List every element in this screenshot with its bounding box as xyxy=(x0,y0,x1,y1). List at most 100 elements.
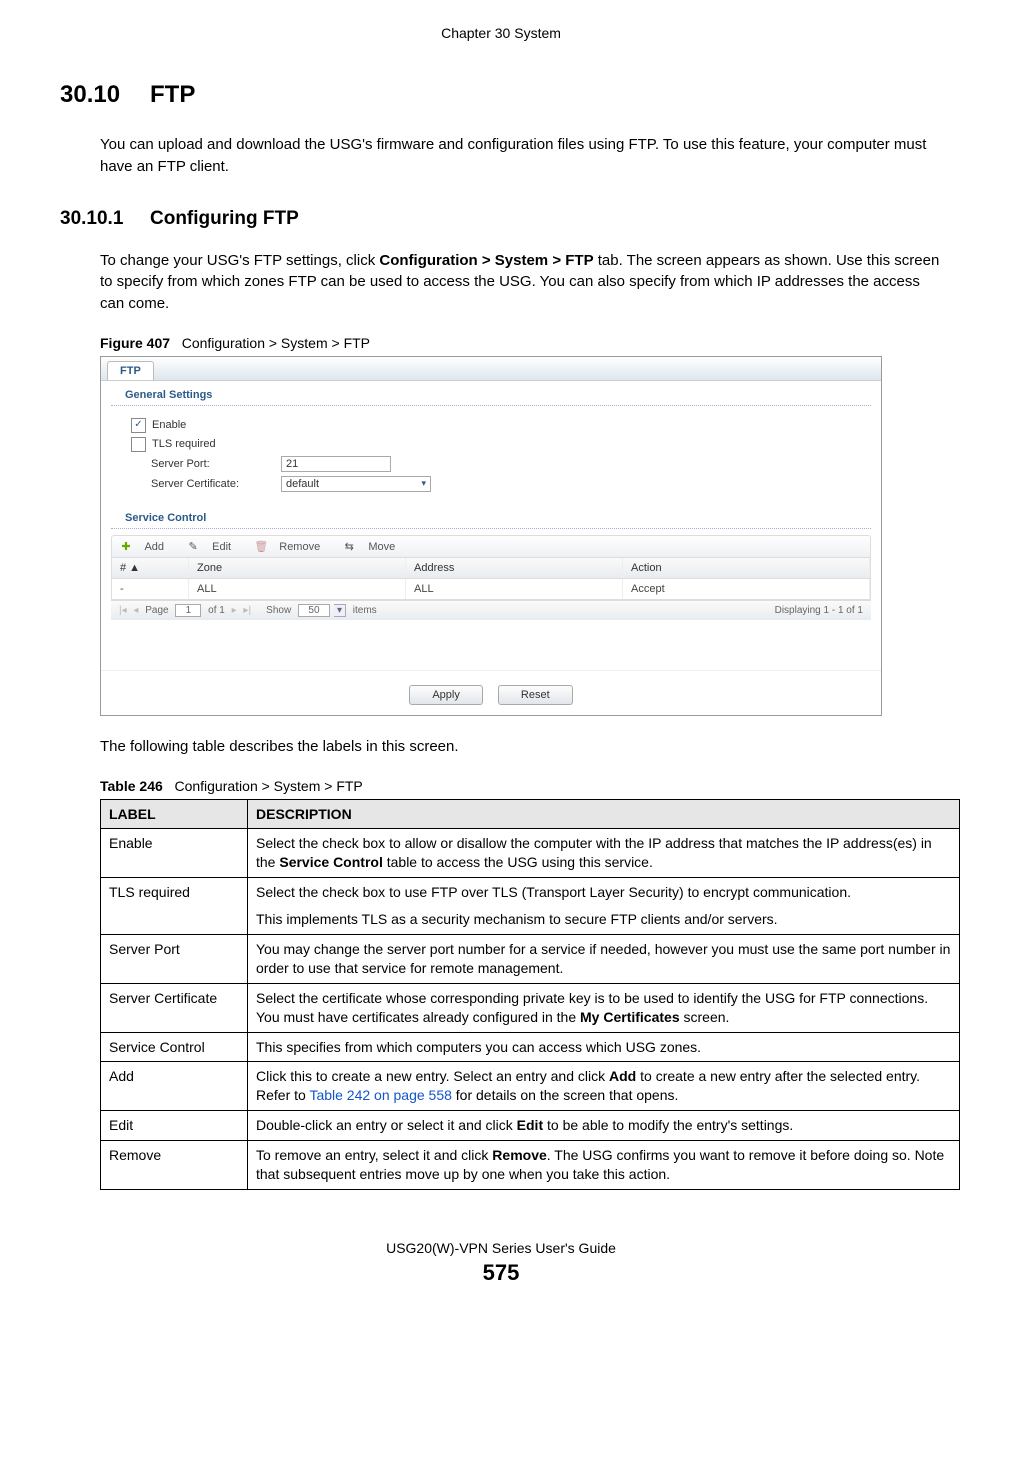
col-num[interactable]: # ▲ xyxy=(112,558,189,578)
chevron-down-icon: ▾ xyxy=(421,478,426,489)
edit-button[interactable]: ✎ Edit xyxy=(187,541,241,553)
move-icon: ⇆ xyxy=(343,540,355,553)
show-label: Show xyxy=(266,605,291,616)
display-info: Displaying 1 - 1 of 1 xyxy=(775,605,863,616)
cell-label: Service Control xyxy=(101,1032,248,1062)
table-row: Server Port You may change the server po… xyxy=(101,934,960,983)
cell-desc: To remove an entry, select it and click … xyxy=(248,1141,960,1190)
cell-label: Enable xyxy=(101,829,248,878)
apply-button[interactable]: Apply xyxy=(409,685,483,705)
breadcrumb-path: Configuration > System > FTP xyxy=(379,252,593,269)
text-paragraph: Select the check box to use FTP over TLS… xyxy=(256,883,951,902)
items-label: items xyxy=(353,605,377,616)
screenshot-container: FTP General Settings ✓ Enable TLS requir… xyxy=(100,356,882,716)
table-row: TLS required Select the check box to use… xyxy=(101,878,960,935)
bold-text: Service Control xyxy=(279,854,382,870)
text-fragment: To remove an entry, select it and click xyxy=(256,1147,492,1163)
footer-guide: USG20(W)-VPN Series User's Guide xyxy=(60,1240,942,1256)
table-label: Table 246 xyxy=(100,778,163,794)
cell-label: Edit xyxy=(101,1111,248,1141)
tab-ftp[interactable]: FTP xyxy=(107,361,154,380)
cell-desc: Select the check box to use FTP over TLS… xyxy=(248,878,960,935)
text-fragment: screen. xyxy=(680,1009,730,1025)
add-button[interactable]: ✚ Add xyxy=(120,541,174,553)
cell-label: Add xyxy=(101,1062,248,1111)
description-table: LABEL DESCRIPTION Enable Select the chec… xyxy=(100,799,960,1190)
cell-desc: This specifies from which computers you … xyxy=(248,1032,960,1062)
cell-num: - xyxy=(112,579,189,599)
cell-desc: Select the certificate whose correspondi… xyxy=(248,983,960,1032)
text-fragment: for details on the screen that opens. xyxy=(452,1087,678,1103)
cell-label: Remove xyxy=(101,1141,248,1190)
remove-button[interactable]: 🗑 Remove xyxy=(254,541,330,553)
grid-header: # ▲ Zone Address Action xyxy=(112,558,870,579)
subsection-number: 30.10.1 xyxy=(60,208,150,230)
reset-button[interactable]: Reset xyxy=(498,685,573,705)
pager: |◂ ◂ Page 1 of 1 ▸ ▸| Show 50 ▾ items Dis… xyxy=(111,600,871,620)
cell-label: Server Certificate xyxy=(101,983,248,1032)
server-cert-label: Server Certificate: xyxy=(151,478,281,490)
subsection-heading: 30.10.1Configuring FTP xyxy=(60,208,942,230)
figure-label: Figure 407 xyxy=(100,335,170,351)
section-title: FTP xyxy=(150,81,195,108)
table-caption: Table 246 Configuration > System > FTP xyxy=(100,778,942,794)
move-button[interactable]: ⇆ Move xyxy=(343,541,405,553)
th-desc: DESCRIPTION xyxy=(248,799,960,829)
edit-label: Edit xyxy=(212,541,231,553)
col-zone[interactable]: Zone xyxy=(189,558,406,578)
col-action[interactable]: Action xyxy=(623,558,870,578)
section-heading: 30.10FTP xyxy=(60,81,942,109)
grid: # ▲ Zone Address Action - ALL ALL Accept xyxy=(111,558,871,600)
server-port-input[interactable]: 21 xyxy=(281,456,391,472)
cell-desc: Click this to create a new entry. Select… xyxy=(248,1062,960,1111)
text-paragraph: This implements TLS as a security mechan… xyxy=(256,910,951,929)
table-caption-text: Configuration > System > FTP xyxy=(174,778,362,794)
enable-checkbox[interactable]: ✓ xyxy=(131,418,146,433)
enable-label: Enable xyxy=(152,419,186,431)
select-value: default xyxy=(286,478,319,490)
plus-icon: ✚ xyxy=(120,540,132,553)
page-of: of 1 xyxy=(208,605,225,616)
last-page-icon[interactable]: ▸| xyxy=(243,605,251,616)
section-intro: You can upload and download the USG's fi… xyxy=(100,134,942,178)
first-page-icon[interactable]: |◂ xyxy=(119,605,127,616)
figure-caption-text: Configuration > System > FTP xyxy=(182,335,370,351)
tab-bar: FTP xyxy=(101,357,881,381)
pencil-icon: ✎ xyxy=(187,540,199,553)
subsection-title: Configuring FTP xyxy=(150,208,299,229)
toolbar: ✚ Add ✎ Edit 🗑 Remove ⇆ Move xyxy=(111,535,871,558)
move-label: Move xyxy=(368,541,395,553)
trash-icon: 🗑 xyxy=(254,540,266,553)
page-label: Page xyxy=(145,605,168,616)
server-cert-select[interactable]: default ▾ xyxy=(281,476,431,492)
remove-label: Remove xyxy=(279,541,320,553)
table-row: Remove To remove an entry, select it and… xyxy=(101,1141,960,1190)
table-row: Enable Select the check box to allow or … xyxy=(101,829,960,878)
tls-label: TLS required xyxy=(152,438,216,450)
bold-text: Remove xyxy=(492,1147,546,1163)
cross-reference-link[interactable]: Table 242 on page 558 xyxy=(309,1087,451,1103)
cell-label: Server Port xyxy=(101,934,248,983)
show-select[interactable]: 50 xyxy=(298,604,330,617)
table-row: Server Certificate Select the certificat… xyxy=(101,983,960,1032)
general-settings-label: General Settings xyxy=(111,381,871,406)
figure-caption: Figure 407 Configuration > System > FTP xyxy=(100,335,942,351)
table-row: Service Control This specifies from whic… xyxy=(101,1032,960,1062)
cell-action: Accept xyxy=(623,579,870,599)
chapter-header: Chapter 30 System xyxy=(60,25,942,41)
service-control-label: Service Control xyxy=(111,504,871,529)
table-row: Add Click this to create a new entry. Se… xyxy=(101,1062,960,1111)
chevron-down-icon[interactable]: ▾ xyxy=(334,604,346,617)
col-address[interactable]: Address xyxy=(406,558,623,578)
table-row: Edit Double-click an entry or select it … xyxy=(101,1111,960,1141)
next-page-icon[interactable]: ▸ xyxy=(232,605,237,616)
bold-text: Add xyxy=(609,1068,636,1084)
tls-checkbox[interactable] xyxy=(131,437,146,452)
cell-label: TLS required xyxy=(101,878,248,935)
cell-zone: ALL xyxy=(189,579,406,599)
prev-page-icon[interactable]: ◂ xyxy=(133,605,138,616)
page-input[interactable]: 1 xyxy=(175,604,201,617)
bold-text: Edit xyxy=(517,1117,543,1133)
table-row[interactable]: - ALL ALL Accept xyxy=(112,579,870,599)
cell-desc: Double-click an entry or select it and c… xyxy=(248,1111,960,1141)
